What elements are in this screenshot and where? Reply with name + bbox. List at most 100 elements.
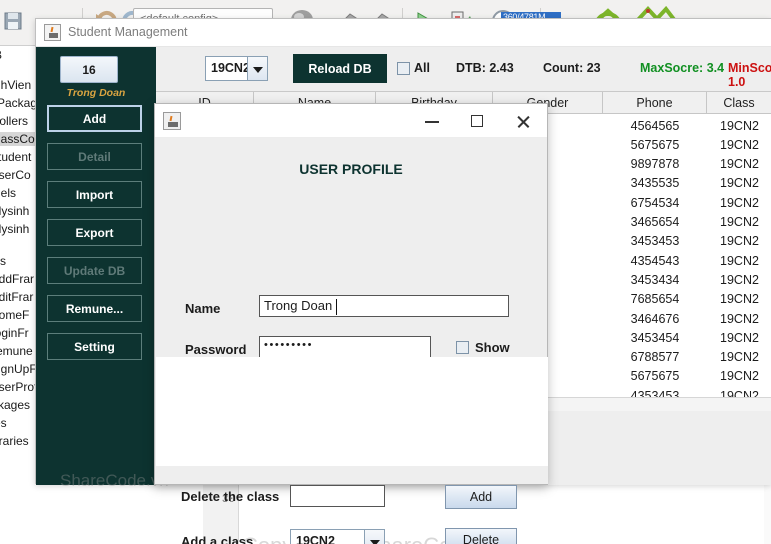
dtb-label: DTB: 2.43 — [456, 61, 514, 75]
class-filter-combo[interactable]: 19CN2 — [205, 56, 268, 81]
name-input[interactable]: Trong Doan — [259, 295, 509, 317]
app-sidebar: 16 Trong Doan Add Detail Import Export Updat… — [36, 47, 156, 485]
user-profile-dialog[interactable]: USER PROFILE Name Trong Doan Password ••… — [154, 103, 548, 544]
explorer-item[interactable]: student — [0, 150, 31, 164]
password-input-value: ••••••••• — [264, 339, 314, 351]
explorer-item[interactable]: nlysinh — [0, 222, 29, 236]
close-icon[interactable] — [508, 110, 538, 132]
explorer-item[interactable]: vs — [0, 254, 6, 268]
explorer-item[interactable]: addFrar — [0, 272, 34, 286]
table-cell-phone: 6788577 — [630, 350, 680, 365]
sidebar-button-setting[interactable]: Setting — [47, 333, 142, 360]
sidebar-user-name: Trong Doan — [66, 87, 126, 99]
show-password-label: Show — [475, 340, 510, 355]
table-cell-phone: 3464676 — [630, 311, 680, 326]
table-cell-class: 19CN2 — [720, 234, 759, 249]
explorer-item[interactable]: trollers — [0, 114, 28, 128]
add-class-button[interactable]: Add — [445, 485, 517, 509]
explorer-item[interactable]: Packag — [0, 96, 37, 110]
table-cell-phone: 3453453 — [630, 234, 680, 249]
explorer-item[interactable]: remune — [0, 344, 33, 358]
table-header-phone[interactable]: Phone — [603, 92, 707, 114]
table-cell-phone: 7685654 — [630, 292, 680, 307]
explorer-item[interactable]: homeF — [0, 308, 29, 322]
table-cell-phone: 4354543 — [630, 253, 680, 268]
edit-class-panel — [156, 357, 548, 466]
explorer-item[interactable]: B — [0, 48, 2, 62]
explorer-item[interactable]: es — [0, 416, 7, 430]
table-cell-class: 19CN2 — [720, 272, 759, 287]
add-class-label: Add a class — [181, 534, 254, 544]
all-checkbox[interactable] — [397, 62, 410, 75]
sidebar-button-add[interactable]: Add — [47, 105, 142, 132]
show-password-checkbox[interactable] — [456, 341, 469, 354]
app-titlebar[interactable]: Student Management — [36, 19, 771, 47]
table-cell-phone: 5675675 — [630, 137, 680, 152]
app-window-title: Student Management — [68, 25, 188, 39]
java-icon — [44, 24, 61, 41]
class-filter-value: 19CN2 — [211, 61, 250, 75]
table-cell-class: 19CN2 — [720, 311, 759, 326]
dialog-heading: USER PROFILE — [299, 161, 403, 177]
table-cell-class: 19CN2 — [720, 215, 759, 229]
explorer-item[interactable]: braries — [0, 434, 29, 448]
reload-db-button[interactable]: Reload DB — [293, 54, 387, 83]
all-checkbox-label: All — [414, 61, 430, 75]
sidebar-button-export[interactable]: Export — [47, 219, 142, 246]
name-label: Name — [185, 301, 221, 316]
table-cell-phone: 4564565 — [630, 118, 680, 133]
chevron-down-icon[interactable] — [364, 529, 385, 544]
table-cell-class: 19CN2 — [720, 118, 759, 133]
table-cell-phone: 6754534 — [630, 195, 680, 210]
explorer-item[interactable]: classCo — [0, 132, 35, 146]
password-input[interactable]: ••••••••• — [259, 336, 431, 358]
delete-class-input[interactable] — [290, 485, 385, 507]
table-cell-phone: 9897878 — [630, 157, 680, 172]
minimize-icon[interactable] — [417, 110, 447, 132]
explorer-item[interactable]: loginFr — [0, 326, 29, 340]
table-cell-class: 19CN2 — [720, 292, 759, 307]
sidebar-button-update-db: Update DB — [47, 257, 142, 284]
table-cell-phone: 3453454 — [630, 330, 680, 345]
java-icon — [163, 112, 181, 130]
screen-root: BnhVien Packag trollers classCo student userC… — [0, 0, 771, 544]
delete-class-label: Delete the class — [181, 489, 280, 504]
table-header-class[interactable]: Class — [707, 92, 771, 114]
explorer-item[interactable]: editFrar — [0, 290, 33, 304]
user-count-badge[interactable]: 16 — [60, 56, 118, 83]
name-input-value: Trong Doan — [264, 298, 333, 313]
sidebar-button-remune[interactable]: Remune... — [47, 295, 142, 322]
sidebar-button-detail: Detail — [47, 143, 142, 170]
save-all-icon[interactable] — [2, 8, 28, 36]
sidebar-button-import[interactable]: Import — [47, 181, 142, 208]
count-label: Count: 23 — [543, 61, 601, 75]
table-cell-class: 19CN2 — [720, 195, 759, 210]
add-class-combo-value: 19CN2 — [296, 534, 335, 544]
table-cell-phone: 3465654 — [630, 215, 680, 229]
table-cell-class: 19CN2 — [720, 330, 759, 345]
table-cell-phone: 5675675 — [630, 369, 680, 384]
max-score-label: MaxSocre: 3.4 — [640, 61, 725, 75]
explorer-item[interactable]: userCo — [0, 168, 31, 182]
dialog-footer — [156, 466, 548, 484]
dialog-titlebar[interactable] — [155, 104, 547, 138]
table-cell-class: 19CN2 — [720, 137, 759, 152]
table-cell-class: 19CN2 — [720, 157, 759, 172]
password-label: Password — [185, 342, 247, 357]
explorer-item[interactable]: nlysinh — [0, 204, 29, 218]
table-cell-class: 19CN2 — [720, 350, 759, 365]
table-cell-class: 19CN2 — [720, 253, 759, 268]
explorer-item[interactable]: ckages — [0, 398, 30, 412]
delete-class-button[interactable]: Delete — [445, 528, 517, 544]
min-score-label: MinScore: 1.0 — [728, 61, 771, 89]
table-cell-phone: 3435535 — [630, 176, 680, 191]
chevron-down-icon[interactable] — [247, 56, 268, 81]
table-cell-phone: 3453434 — [630, 272, 680, 287]
table-cell-class: 19CN2 — [720, 176, 759, 191]
app-toolbar[interactable]: 19CN2 Reload DB All DTB: 2.43 Count: 23 … — [156, 47, 771, 91]
add-class-combo[interactable]: 19CN2 — [290, 529, 385, 544]
explorer-item[interactable]: dels — [0, 186, 16, 200]
table-cell-class: 19CN2 — [720, 369, 759, 384]
maximize-icon[interactable] — [462, 110, 492, 132]
explorer-item[interactable]: nhVien — [0, 78, 31, 92]
